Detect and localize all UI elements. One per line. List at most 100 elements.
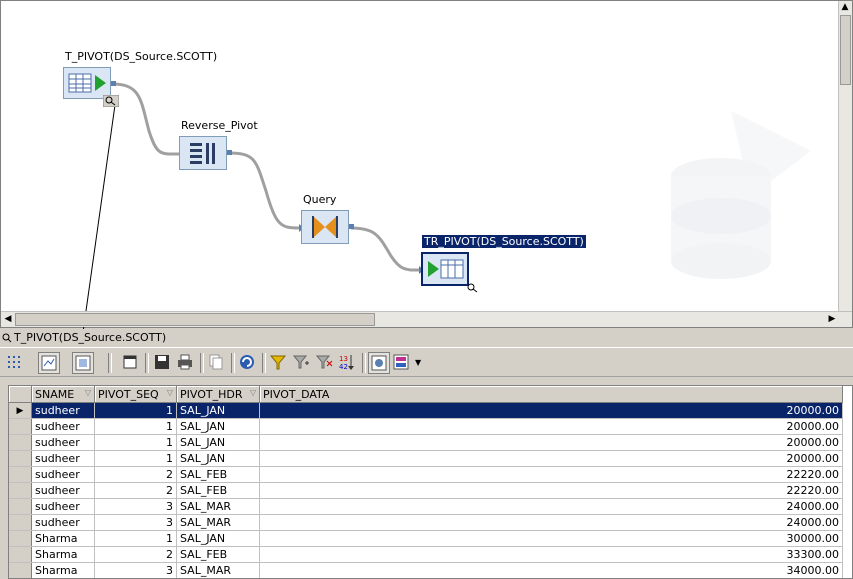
canvas-horizontal-scrollbar[interactable]: ◀ ▶ [1, 311, 852, 327]
table-row[interactable]: sudheer 1 SAL_JAN 20000.00 [9, 450, 843, 467]
target-magnifier-icon[interactable] [465, 282, 479, 293]
cell-pivot-seq[interactable]: 1 [94, 402, 177, 419]
row-indicator[interactable]: ▶ [9, 402, 32, 419]
column-header-sname[interactable]: SNAME ▽ [31, 386, 95, 403]
cell-pivot-hdr[interactable]: SAL_JAN [176, 434, 260, 451]
cell-sname[interactable]: sudheer [31, 450, 95, 467]
cell-sname[interactable]: sudheer [31, 466, 95, 483]
column-header-pivot-seq[interactable]: PIVOT_SEQ ▽ [94, 386, 177, 403]
column-profile-button[interactable] [38, 352, 60, 374]
table-row[interactable]: sudheer 3 SAL_MAR 24000.00 [9, 498, 843, 515]
row-indicator[interactable] [9, 466, 32, 483]
cell-pivot-hdr[interactable]: SAL_FEB [176, 546, 260, 563]
cell-pivot-seq[interactable]: 3 [94, 562, 177, 578]
column-header-pivot-data[interactable]: PIVOT_DATA [259, 386, 843, 403]
table-row[interactable]: Sharma 3 SAL_MAR 34000.00 [9, 562, 843, 578]
cell-pivot-seq[interactable]: 1 [94, 434, 177, 451]
table-row[interactable]: sudheer 3 SAL_MAR 24000.00 [9, 514, 843, 531]
copy-button[interactable] [206, 352, 228, 374]
row-indicator[interactable] [9, 498, 32, 515]
cell-sname[interactable]: sudheer [31, 434, 95, 451]
cell-pivot-data[interactable]: 20000.00 [259, 418, 843, 435]
row-indicator[interactable] [9, 418, 32, 435]
source-table-node[interactable]: T_PIVOT(DS_Source.SCOTT) [63, 49, 243, 109]
cell-sname[interactable]: sudheer [31, 498, 95, 515]
print-button[interactable] [175, 352, 197, 374]
cell-pivot-hdr[interactable]: SAL_JAN [176, 402, 260, 419]
row-indicator[interactable] [9, 434, 32, 451]
show-columns-button[interactable] [368, 352, 390, 374]
open-in-window-button[interactable] [120, 352, 142, 374]
reverse-pivot-node[interactable]: Reverse_Pivot [177, 118, 277, 173]
data-grid[interactable]: SNAME ▽ PIVOT_SEQ ▽ PIVOT_HDR ▽ PIVOT_DATA … [8, 385, 853, 579]
query-output-port[interactable] [349, 224, 354, 229]
canvas-vertical-scrollbar[interactable]: ▲ [838, 1, 852, 311]
scroll-up-icon[interactable]: ▲ [839, 1, 851, 14]
cell-pivot-seq[interactable]: 1 [94, 530, 177, 547]
relationship-profile-button[interactable] [72, 352, 94, 374]
cell-pivot-seq[interactable]: 1 [94, 418, 177, 435]
table-row[interactable]: sudheer 2 SAL_FEB 22220.00 [9, 466, 843, 483]
magnifier-icon[interactable] [103, 95, 119, 107]
filter-add-button[interactable] [291, 352, 313, 374]
chevron-down-icon[interactable]: ▼ [415, 358, 421, 367]
cell-sname[interactable]: Sharma [31, 546, 95, 563]
vertical-scroll-thumb[interactable] [840, 15, 851, 85]
cell-pivot-hdr[interactable]: SAL_JAN [176, 418, 260, 435]
query-node[interactable]: Query [299, 192, 379, 247]
cell-pivot-seq[interactable]: 1 [94, 450, 177, 467]
cell-pivot-data[interactable]: 20000.00 [259, 434, 843, 451]
row-indicator[interactable] [9, 546, 32, 563]
cell-pivot-seq[interactable]: 2 [94, 482, 177, 499]
cell-pivot-hdr[interactable]: SAL_MAR [176, 514, 260, 531]
cell-pivot-data[interactable]: 24000.00 [259, 498, 843, 515]
cell-pivot-hdr[interactable]: SAL_FEB [176, 466, 260, 483]
row-indicator[interactable] [9, 530, 32, 547]
row-indicator[interactable] [9, 562, 32, 578]
cell-pivot-hdr[interactable]: SAL_MAR [176, 562, 260, 578]
cell-pivot-data[interactable]: 22220.00 [259, 466, 843, 483]
dataflow-canvas[interactable]: T_PIVOT(DS_Source.SCOTT) Reverse_Pivot Q… [0, 0, 853, 329]
column-chooser-button[interactable] [391, 352, 413, 374]
cell-pivot-data[interactable]: 20000.00 [259, 450, 843, 467]
cell-sname[interactable]: sudheer [31, 402, 95, 419]
filter-button[interactable] [268, 352, 290, 374]
cell-pivot-data[interactable]: 22220.00 [259, 482, 843, 499]
table-row[interactable]: ▶ sudheer 1 SAL_JAN 20000.00 [9, 402, 843, 419]
cell-pivot-seq[interactable]: 3 [94, 498, 177, 515]
sort-button[interactable]: 13 42 [337, 352, 359, 374]
table-row[interactable]: Sharma 2 SAL_FEB 33300.00 [9, 546, 843, 563]
cell-pivot-hdr[interactable]: SAL_MAR [176, 498, 260, 515]
filter-remove-button[interactable] [314, 352, 336, 374]
cell-sname[interactable]: sudheer [31, 418, 95, 435]
cell-pivot-hdr[interactable]: SAL_FEB [176, 482, 260, 499]
column-header-pivot-hdr[interactable]: PIVOT_HDR ▽ [176, 386, 260, 403]
source-output-port[interactable] [111, 81, 116, 86]
row-indicator[interactable] [9, 450, 32, 467]
cell-pivot-data[interactable]: 33300.00 [259, 546, 843, 563]
cell-sname[interactable]: Sharma [31, 562, 95, 578]
refresh-button[interactable] [237, 352, 259, 374]
cell-pivot-data[interactable]: 30000.00 [259, 530, 843, 547]
cell-pivot-data[interactable]: 24000.00 [259, 514, 843, 531]
table-row[interactable]: sudheer 2 SAL_FEB 22220.00 [9, 482, 843, 499]
grid-view-button[interactable] [5, 352, 27, 374]
cell-pivot-seq[interactable]: 3 [94, 514, 177, 531]
cell-pivot-hdr[interactable]: SAL_JAN [176, 530, 260, 547]
cell-pivot-data[interactable]: 20000.00 [259, 402, 843, 419]
table-row[interactable]: Sharma 1 SAL_JAN 30000.00 [9, 530, 843, 547]
scroll-right-icon[interactable]: ▶ [826, 313, 838, 326]
table-row[interactable]: sudheer 1 SAL_JAN 20000.00 [9, 434, 843, 451]
cell-sname[interactable]: sudheer [31, 482, 95, 499]
reverse-pivot-output-port[interactable] [227, 150, 232, 155]
row-indicator[interactable] [9, 514, 32, 531]
cell-pivot-seq[interactable]: 2 [94, 466, 177, 483]
horizontal-scroll-thumb[interactable] [15, 313, 375, 326]
cell-pivot-data[interactable]: 34000.00 [259, 562, 843, 578]
table-row[interactable]: sudheer 1 SAL_JAN 20000.00 [9, 418, 843, 435]
cell-pivot-hdr[interactable]: SAL_JAN [176, 450, 260, 467]
save-button[interactable] [152, 352, 174, 374]
cell-sname[interactable]: Sharma [31, 530, 95, 547]
scroll-left-icon[interactable]: ◀ [2, 313, 14, 326]
cell-pivot-seq[interactable]: 2 [94, 546, 177, 563]
